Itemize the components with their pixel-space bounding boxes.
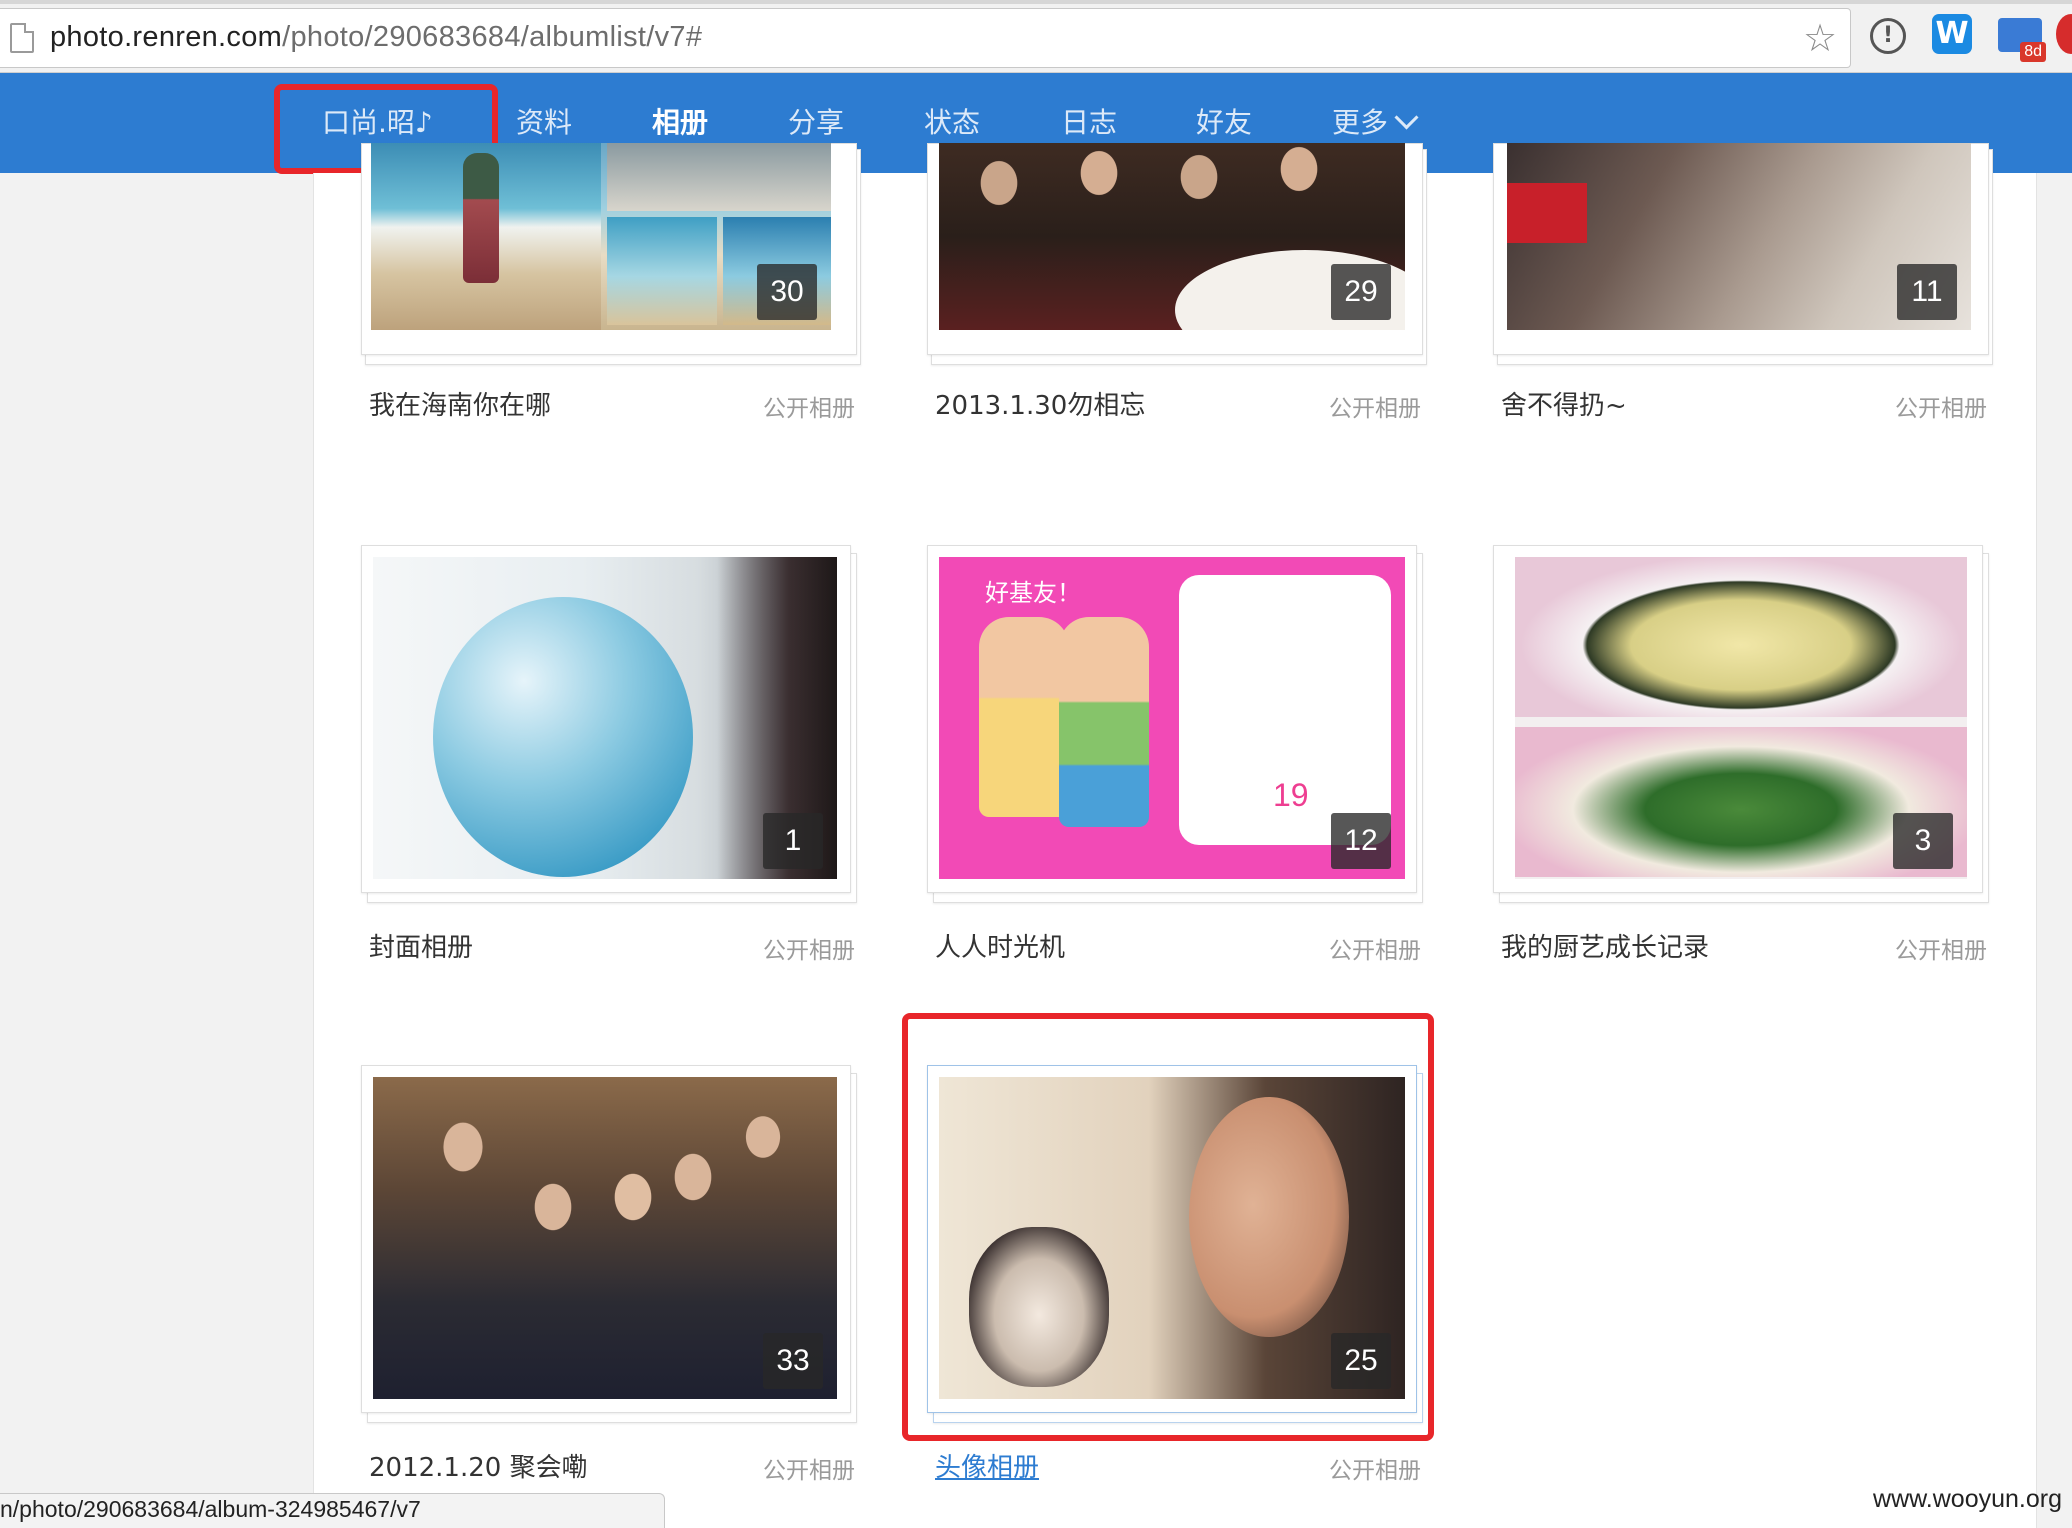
album-title[interactable]: 我在海南你在哪 <box>369 385 551 422</box>
album-cover-image[interactable]: 好基友！ 19 12 <box>939 557 1405 879</box>
address-bar[interactable]: photo.renren.com/photo/290683684/albumli… <box>0 8 1851 68</box>
timecard-heading: 好基友！ <box>985 579 1081 607</box>
beach-thumb <box>607 143 831 211</box>
nav-item-albums[interactable]: 相册 <box>652 103 709 171</box>
cartoon-kid <box>1059 617 1149 827</box>
album-cover-image[interactable]: 30 <box>371 143 831 330</box>
nav-item-blog[interactable]: 日志 <box>1061 103 1117 143</box>
tab-strip <box>0 0 2072 4</box>
album-visibility: 公开相册 <box>763 396 855 422</box>
beach-scene <box>371 143 601 330</box>
red-bag <box>1507 183 1587 243</box>
album-cover-image[interactable]: 29 <box>939 143 1405 330</box>
extension-w-icon[interactable]: W <box>1932 14 1972 54</box>
extension-badge: 8d <box>2020 42 2046 62</box>
nav-item-status[interactable]: 状态 <box>924 103 980 143</box>
photo-count-badge: 11 <box>1897 264 1957 320</box>
nav-item-friends[interactable]: 好友 <box>1196 103 1252 143</box>
album-card[interactable]: 1 封面相册 公开相册 <box>361 545 861 964</box>
album-visibility: 公开相册 <box>763 1458 855 1484</box>
album-visibility: 公开相册 <box>1329 938 1421 964</box>
extension-red-icon[interactable] <box>2056 14 2072 54</box>
album-visibility: 公开相册 <box>1895 396 1987 422</box>
album-title[interactable]: 2012.1.20 聚会嘞 <box>369 1447 588 1484</box>
photo-count-badge: 30 <box>757 264 817 320</box>
timecard-days: 19 <box>1273 777 1309 813</box>
album-title[interactable]: 2013.1.30勿相忘 <box>935 385 1145 422</box>
cartoon-kid <box>979 617 1069 817</box>
photo-count-badge: 12 <box>1331 813 1391 869</box>
extension-info-icon[interactable]: ! <box>1870 18 1906 54</box>
photo-count-badge: 3 <box>1893 813 1953 869</box>
album-visibility: 公开相册 <box>1329 1458 1421 1484</box>
album-title[interactable]: 舍不得扔~ <box>1501 385 1627 422</box>
beach-thumb <box>607 217 717 325</box>
url-host: photo.renren.com <box>50 21 283 53</box>
photo-count-badge: 1 <box>763 813 823 869</box>
status-url: n/photo/290683684/album-324985467/v7 <box>0 1496 421 1522</box>
album-cover-image[interactable]: 33 <box>373 1077 837 1399</box>
album-card[interactable]: 3 我的厨艺成长记录 公开相册 <box>1493 545 1993 964</box>
album-visibility: 公开相册 <box>763 938 855 964</box>
url-path: /photo/290683684/albumlist/v7# <box>282 21 703 53</box>
album-title[interactable]: 我的厨艺成长记录 <box>1501 927 1709 964</box>
highlight-box-avatar-album <box>902 1013 1434 1441</box>
album-title[interactable]: 封面相册 <box>369 927 473 964</box>
nav-item-more-label: 更多 <box>1332 106 1389 139</box>
album-card[interactable]: 30 我在海南你在哪 公开相册 <box>361 143 861 453</box>
photo-count-badge: 29 <box>1331 264 1391 320</box>
food-plate <box>1515 557 1967 717</box>
album-title[interactable]: 头像相册 <box>935 1447 1039 1484</box>
nav-item-more[interactable]: 更多 <box>1332 103 1419 143</box>
album-card[interactable]: 好基友！ 19 12 人人时光机 公开相册 <box>927 545 1427 964</box>
balloon <box>433 597 693 877</box>
bookmark-star-icon[interactable]: ☆ <box>1803 19 1837 57</box>
album-title[interactable]: 人人时光机 <box>935 927 1065 964</box>
watermark: www.wooyun.org <box>1873 1485 2062 1513</box>
extension-screen-icon[interactable]: 8d <box>1998 18 2046 62</box>
album-cover-image[interactable]: 1 <box>373 557 837 879</box>
album-card[interactable]: 33 2012.1.20 聚会嘞 公开相册 <box>361 1065 861 1484</box>
album-card[interactable]: 29 2013.1.30勿相忘 公开相册 <box>927 143 1427 453</box>
nav-item-profile[interactable]: 资料 <box>516 103 572 143</box>
status-bar: n/photo/290683684/album-324985467/v7 <box>0 1493 665 1528</box>
album-visibility: 公开相册 <box>1895 938 1987 964</box>
album-cover-image[interactable]: 11 <box>1507 143 1971 330</box>
album-cover-image[interactable]: 3 <box>1515 557 1967 879</box>
url-text[interactable]: photo.renren.com/photo/290683684/albumli… <box>50 21 702 54</box>
person-figure <box>463 153 499 283</box>
album-card[interactable]: 11 舍不得扔~ 公开相册 <box>1493 143 1993 453</box>
photo-count-badge: 33 <box>763 1333 823 1389</box>
chevron-down-icon <box>1394 105 1419 130</box>
album-visibility: 公开相册 <box>1329 396 1421 422</box>
page-icon <box>10 23 34 53</box>
nav-item-share[interactable]: 分享 <box>788 103 844 143</box>
browser-toolbar: photo.renren.com/photo/290683684/albumli… <box>0 0 2072 73</box>
